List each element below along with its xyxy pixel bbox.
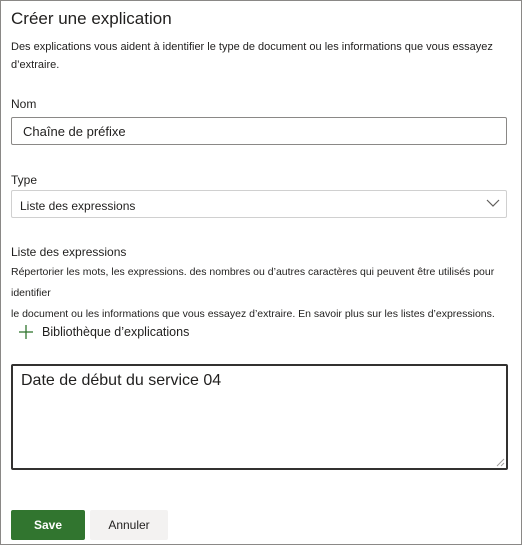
panel-title: Créer une explication xyxy=(11,9,172,28)
panel-description: Des explications vous aident à identifie… xyxy=(11,41,493,71)
explanation-library-label: Bibliothèque d’explications xyxy=(42,325,190,339)
chevron-down-icon xyxy=(486,199,500,207)
list-description-line-1: Répertorier les mots, les expressions. d… xyxy=(11,266,495,299)
name-input[interactable] xyxy=(11,117,507,145)
plus-icon xyxy=(19,325,33,339)
type-label: Type xyxy=(11,173,38,187)
save-button[interactable]: Save xyxy=(11,510,85,540)
create-explanation-panel: Créer une explication Des explications v… xyxy=(0,0,522,545)
name-label: Nom xyxy=(11,97,37,111)
explanation-library-button[interactable]: Bibliothèque d’explications xyxy=(18,322,189,342)
type-dropdown[interactable]: Liste des expressions xyxy=(11,190,507,218)
expressions-list-label: Liste des expressions xyxy=(11,245,127,259)
resize-grip-icon[interactable] xyxy=(496,458,505,467)
type-selected-value: Liste des expressions xyxy=(20,199,136,213)
cancel-button[interactable]: Annuler xyxy=(90,510,168,540)
expressions-list-description: Répertorier les mots, les expressions. d… xyxy=(11,262,516,325)
expressions-textarea[interactable]: Date de début du service 04 xyxy=(11,364,508,470)
